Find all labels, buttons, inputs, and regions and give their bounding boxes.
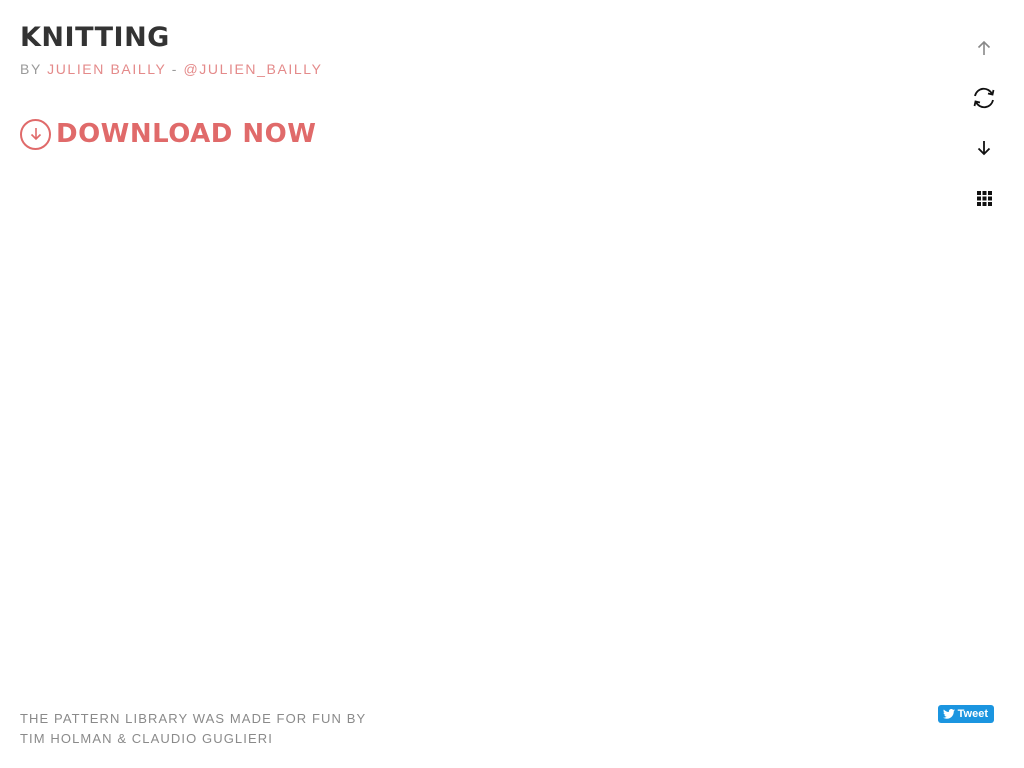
page-header: KNITTING BY JULIEN BAILLY - @JULIEN_BAIL… bbox=[20, 22, 323, 78]
arrow-down-icon bbox=[977, 141, 991, 156]
author-handle-link[interactable]: @JULIEN_BAILLY bbox=[184, 61, 323, 77]
random-pattern-button[interactable] bbox=[964, 78, 1004, 118]
footer-line-1: THE PATTERN LIBRARY WAS MADE FOR FUN BY bbox=[20, 711, 367, 726]
byline: BY JULIEN BAILLY - @JULIEN_BAILLY bbox=[20, 60, 323, 78]
side-nav bbox=[964, 28, 1004, 228]
refresh-icon bbox=[973, 87, 995, 109]
twitter-bird-icon bbox=[942, 709, 955, 719]
arrow-down-circle-icon bbox=[20, 118, 51, 150]
download-now-label: DOWNLOAD NOW bbox=[56, 119, 317, 149]
previous-pattern-button[interactable] bbox=[964, 28, 1004, 68]
page-title: KNITTING bbox=[20, 22, 170, 53]
footer-credits: THE PATTERN LIBRARY WAS MADE FOR FUN BY … bbox=[20, 709, 366, 749]
byline-separator: - bbox=[171, 61, 178, 77]
byline-prefix: BY bbox=[20, 61, 42, 77]
footer-line-2: TIM HOLMAN & CLAUDIO GUGLIERI bbox=[20, 731, 273, 746]
grid-icon bbox=[976, 190, 992, 206]
next-pattern-button[interactable] bbox=[964, 128, 1004, 168]
download-now-link[interactable]: DOWNLOAD NOW bbox=[20, 118, 316, 150]
tweet-button[interactable]: Tweet bbox=[937, 705, 994, 723]
arrow-up-icon bbox=[977, 40, 991, 55]
grid-view-button[interactable] bbox=[964, 178, 1004, 218]
author-name-link[interactable]: JULIEN BAILLY bbox=[47, 61, 166, 77]
tweet-label: Tweet bbox=[957, 708, 988, 720]
